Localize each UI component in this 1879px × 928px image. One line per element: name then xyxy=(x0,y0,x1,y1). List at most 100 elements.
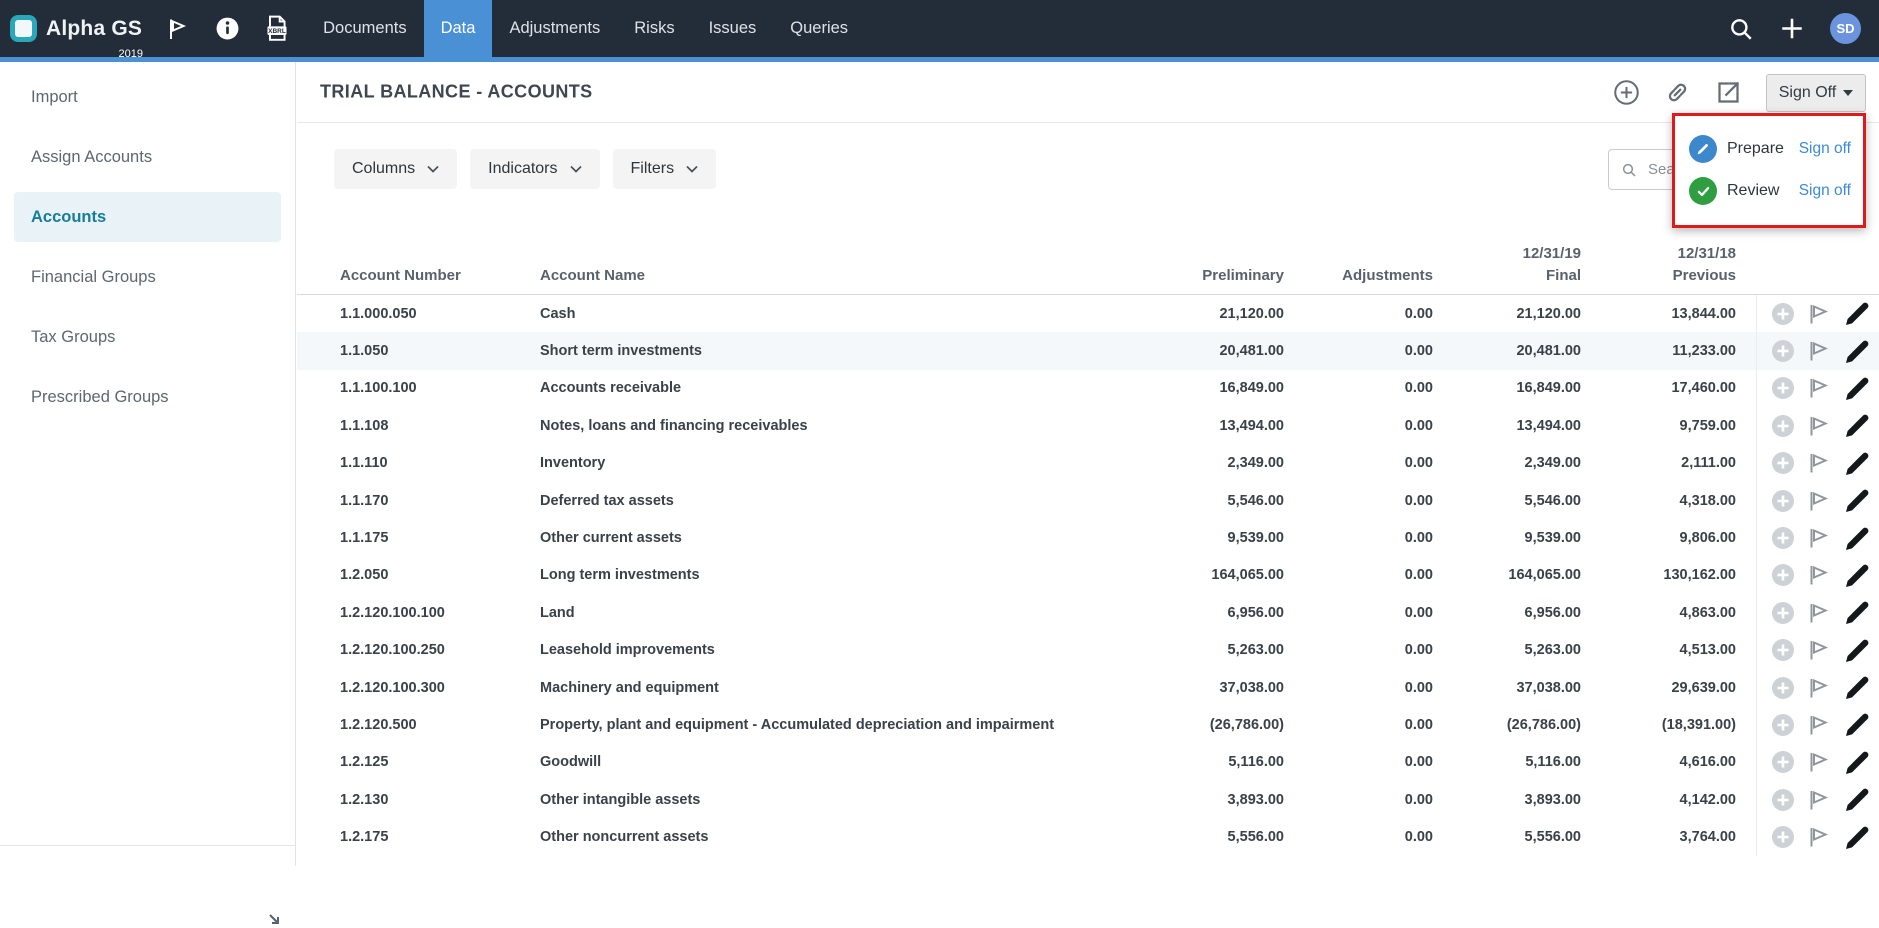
row-flag-icon[interactable] xyxy=(1807,526,1831,550)
col-previous[interactable]: 12/31/18 Previous xyxy=(1581,243,1736,287)
link-icon[interactable] xyxy=(1664,79,1691,106)
previous-cell: 4,142.00 xyxy=(1581,792,1736,808)
table-row[interactable]: 1.1.050 Short term investments 20,481.00… xyxy=(297,332,1879,369)
table-row[interactable]: 1.1.100.100 Accounts receivable 16,849.0… xyxy=(297,370,1879,407)
row-flag-icon[interactable] xyxy=(1807,451,1831,475)
sidebar-item[interactable]: Assign Accounts xyxy=(14,132,281,182)
user-avatar[interactable]: SD xyxy=(1830,13,1861,44)
row-add-icon[interactable] xyxy=(1771,451,1795,475)
row-edit-icon[interactable] xyxy=(1843,710,1872,739)
row-edit-icon[interactable] xyxy=(1843,486,1872,515)
row-edit-icon[interactable] xyxy=(1843,374,1872,403)
info-icon[interactable] xyxy=(214,16,240,42)
prepare-sign-off-link[interactable]: Sign off xyxy=(1799,140,1851,158)
review-sign-off-link[interactable]: Sign off xyxy=(1799,182,1851,200)
row-edit-icon[interactable] xyxy=(1843,673,1872,702)
row-edit-icon[interactable] xyxy=(1843,299,1872,328)
sidebar-item[interactable]: Prescribed Groups xyxy=(14,372,281,422)
sidebar-item[interactable]: Financial Groups xyxy=(14,252,281,302)
col-account-number[interactable]: Account Number xyxy=(340,265,540,287)
col-account-name[interactable]: Account Name xyxy=(540,265,1084,287)
sidebar-item[interactable]: Import xyxy=(14,72,281,122)
row-edit-icon[interactable] xyxy=(1843,337,1872,366)
row-flag-icon[interactable] xyxy=(1807,601,1831,625)
sidebar-item[interactable]: Accounts xyxy=(14,192,281,242)
col-adjustments[interactable]: Adjustments xyxy=(1284,265,1433,287)
row-add-icon[interactable] xyxy=(1771,713,1795,737)
row-add-icon[interactable] xyxy=(1771,376,1795,400)
table-row[interactable]: 1.2.120.100.100 Land 6,956.00 0.00 6,956… xyxy=(297,594,1879,631)
col-final[interactable]: 12/31/19 Final xyxy=(1433,243,1581,287)
row-add-icon[interactable] xyxy=(1771,302,1795,326)
row-edit-icon[interactable] xyxy=(1843,411,1872,440)
xbrl-document-icon[interactable]: XBRL xyxy=(264,16,290,42)
table-row[interactable]: 1.2.120.100.300 Machinery and equipment … xyxy=(297,669,1879,706)
nav-tab[interactable]: Documents xyxy=(306,0,423,57)
search-icon[interactable] xyxy=(1728,16,1754,42)
row-add-icon[interactable] xyxy=(1771,788,1795,812)
preliminary-cell: 13,494.00 xyxy=(1084,418,1284,434)
row-flag-icon[interactable] xyxy=(1807,638,1831,662)
table-row[interactable]: 1.2.125 Goodwill 5,116.00 0.00 5,116.00 … xyxy=(297,744,1879,781)
col-preliminary[interactable]: Preliminary xyxy=(1084,265,1284,287)
row-flag-icon[interactable] xyxy=(1807,788,1831,812)
row-flag-icon[interactable] xyxy=(1807,563,1831,587)
export-icon[interactable] xyxy=(1715,79,1742,106)
collapse-arrow-icon[interactable] xyxy=(267,912,281,926)
row-add-icon[interactable] xyxy=(1771,414,1795,438)
row-flag-icon[interactable] xyxy=(1807,713,1831,737)
filters-button[interactable]: Filters xyxy=(613,149,717,189)
row-edit-icon[interactable] xyxy=(1843,524,1872,553)
nav-tab[interactable]: Queries xyxy=(773,0,865,57)
row-add-icon[interactable] xyxy=(1771,825,1795,849)
row-flag-icon[interactable] xyxy=(1807,339,1831,363)
row-add-icon[interactable] xyxy=(1771,638,1795,662)
row-edit-icon[interactable] xyxy=(1843,748,1872,777)
row-add-icon[interactable] xyxy=(1771,601,1795,625)
table-row[interactable]: 1.2.130 Other intangible assets 3,893.00… xyxy=(297,781,1879,818)
row-edit-icon[interactable] xyxy=(1843,636,1872,665)
sidebar-item[interactable]: Tax Groups xyxy=(14,312,281,362)
create-icon[interactable] xyxy=(1613,79,1640,106)
row-flag-icon[interactable] xyxy=(1807,414,1831,438)
row-flag-icon[interactable] xyxy=(1807,302,1831,326)
nav-tab[interactable]: Data xyxy=(424,0,493,57)
nav-tab[interactable]: Risks xyxy=(617,0,691,57)
row-edit-icon[interactable] xyxy=(1843,785,1872,814)
row-add-icon[interactable] xyxy=(1771,526,1795,550)
account-name-cell: Other current assets xyxy=(540,530,1084,546)
indicators-button[interactable]: Indicators xyxy=(470,149,599,189)
flag-icon[interactable] xyxy=(164,16,190,42)
nav-tab[interactable]: Issues xyxy=(692,0,774,57)
row-flag-icon[interactable] xyxy=(1807,376,1831,400)
table-row[interactable]: 1.2.050 Long term investments 164,065.00… xyxy=(297,557,1879,594)
account-number-cell: 1.1.050 xyxy=(340,343,540,359)
row-add-icon[interactable] xyxy=(1771,563,1795,587)
row-add-icon[interactable] xyxy=(1771,676,1795,700)
account-name-cell: Machinery and equipment xyxy=(540,680,1084,696)
row-add-icon[interactable] xyxy=(1771,489,1795,513)
row-flag-icon[interactable] xyxy=(1807,676,1831,700)
row-add-icon[interactable] xyxy=(1771,339,1795,363)
row-edit-icon[interactable] xyxy=(1843,449,1872,478)
table-row[interactable]: 1.2.120.100.250 Leasehold improvements 5… xyxy=(297,632,1879,669)
add-icon[interactable] xyxy=(1779,16,1805,42)
columns-button[interactable]: Columns xyxy=(334,149,457,189)
table-row[interactable]: 1.1.175 Other current assets 9,539.00 0.… xyxy=(297,519,1879,556)
row-edit-icon[interactable] xyxy=(1843,561,1872,590)
table-row[interactable]: 1.1.108 Notes, loans and financing recei… xyxy=(297,407,1879,444)
nav-tab[interactable]: Adjustments xyxy=(492,0,617,57)
sign-off-button[interactable]: Sign Off xyxy=(1766,74,1866,112)
table-row[interactable]: 1.1.170 Deferred tax assets 5,546.00 0.0… xyxy=(297,482,1879,519)
row-flag-icon[interactable] xyxy=(1807,750,1831,774)
row-edit-icon[interactable] xyxy=(1843,598,1872,627)
table-row[interactable]: 1.2.120.500 Property, plant and equipmen… xyxy=(297,706,1879,743)
row-flag-icon[interactable] xyxy=(1807,489,1831,513)
account-name-cell: Deferred tax assets xyxy=(540,493,1084,509)
row-flag-icon[interactable] xyxy=(1807,825,1831,849)
table-row[interactable]: 1.2.175 Other noncurrent assets 5,556.00… xyxy=(297,818,1879,855)
table-row[interactable]: 1.1.110 Inventory 2,349.00 0.00 2,349.00… xyxy=(297,445,1879,482)
row-edit-icon[interactable] xyxy=(1843,823,1872,852)
table-row[interactable]: 1.1.000.050 Cash 21,120.00 0.00 21,120.0… xyxy=(297,295,1879,332)
row-add-icon[interactable] xyxy=(1771,750,1795,774)
